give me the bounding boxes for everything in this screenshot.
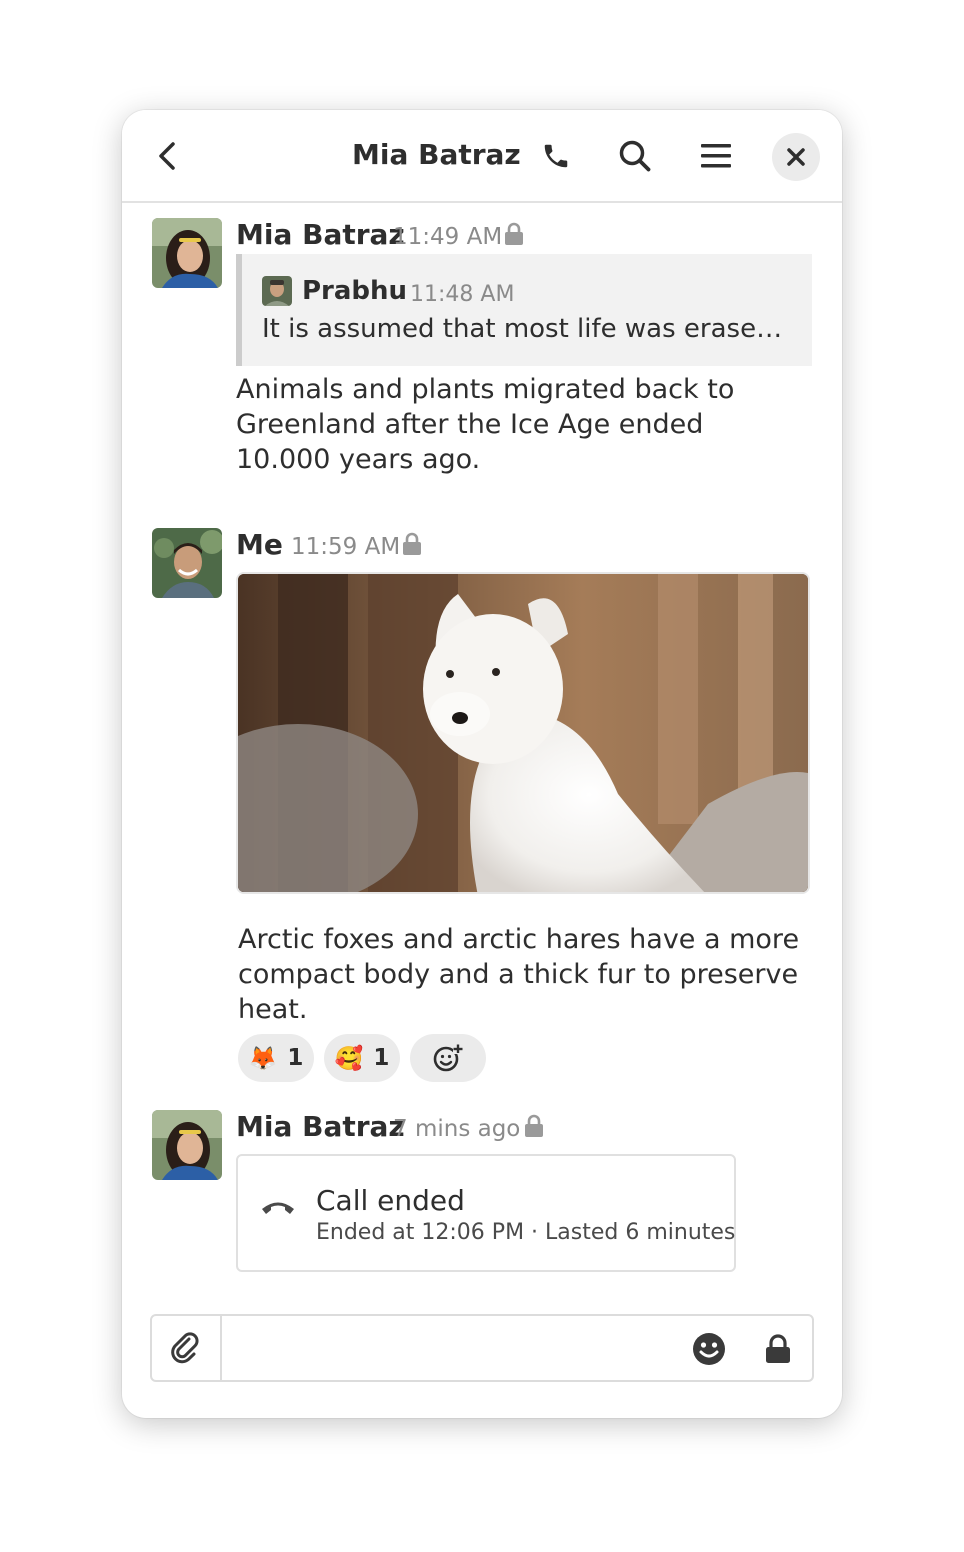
quote-text: It is assumed that most life was erase…	[262, 314, 783, 344]
emoji-button[interactable]	[688, 1328, 730, 1370]
attach-button[interactable]	[152, 1316, 222, 1380]
message-time: 7 mins ago	[393, 1116, 521, 1142]
encrypted-lock-icon	[525, 1114, 543, 1137]
reaction-smiling-hearts[interactable]: 🥰 1	[324, 1034, 400, 1082]
smiling-hearts-emoji-icon: 🥰	[334, 1045, 364, 1072]
hangup-phone-icon	[262, 1202, 294, 1214]
reaction-fox[interactable]: 🦊 1	[238, 1034, 314, 1082]
chat-window: Mia Batraz Mia Batraz 11:49 AM Prabhu 11…	[122, 110, 842, 1418]
avatar-me[interactable]	[152, 528, 222, 598]
message-sender[interactable]: Me	[236, 528, 283, 561]
add-reaction-button[interactable]	[410, 1034, 486, 1082]
call-button[interactable]	[532, 132, 580, 180]
call-details: Ended at 12:06 PM · Lasted 6 minutes	[316, 1220, 736, 1245]
message-sender[interactable]: Mia Batraz	[236, 1110, 405, 1143]
back-arrow-icon	[159, 142, 175, 170]
search-icon	[619, 140, 651, 172]
message-input[interactable]	[226, 1322, 676, 1374]
encrypted-lock-icon	[403, 532, 421, 555]
lock-icon	[766, 1334, 790, 1363]
message-time: 11:49 AM	[393, 224, 503, 250]
menu-icon	[701, 144, 731, 168]
encrypted-lock-icon	[505, 222, 523, 245]
avatar-mia-batraz[interactable]	[152, 1110, 222, 1180]
call-status: Call ended	[316, 1184, 465, 1217]
message-composer	[150, 1314, 814, 1382]
reaction-count: 1	[287, 1045, 304, 1071]
close-button[interactable]	[772, 133, 820, 181]
conversation-title: Mia Batraz	[352, 138, 521, 171]
reply-quote[interactable]: Prabhu 11:48 AM It is assumed that most …	[236, 254, 812, 366]
search-button[interactable]	[611, 132, 659, 180]
fox-emoji-icon: 🦊	[248, 1045, 278, 1072]
message-time: 11:59 AM	[291, 534, 401, 560]
quote-sender: Prabhu	[302, 276, 408, 306]
message-body: Animals and plants migrated back to Gree…	[236, 374, 735, 475]
smiley-icon	[693, 1333, 725, 1365]
avatar-mia-batraz[interactable]	[152, 218, 222, 288]
reaction-count: 1	[373, 1045, 390, 1071]
avatar-prabhu	[262, 276, 292, 306]
message-body: Arctic foxes and arctic hares have a mor…	[238, 924, 800, 1025]
message-sender[interactable]: Mia Batraz	[236, 218, 405, 251]
call-event-card: Call ended Ended at 12:06 PM · Lasted 6 …	[236, 1154, 736, 1272]
close-icon	[787, 148, 805, 166]
back-button[interactable]	[144, 132, 192, 180]
main-menu-button[interactable]	[692, 132, 740, 180]
message-image[interactable]	[236, 572, 810, 894]
add-emoji-icon	[433, 1044, 463, 1072]
header-bar: Mia Batraz	[122, 110, 842, 203]
quote-time: 11:48 AM	[410, 282, 515, 307]
encryption-button[interactable]	[758, 1328, 798, 1370]
paperclip-icon	[171, 1332, 199, 1364]
phone-icon	[544, 144, 568, 168]
